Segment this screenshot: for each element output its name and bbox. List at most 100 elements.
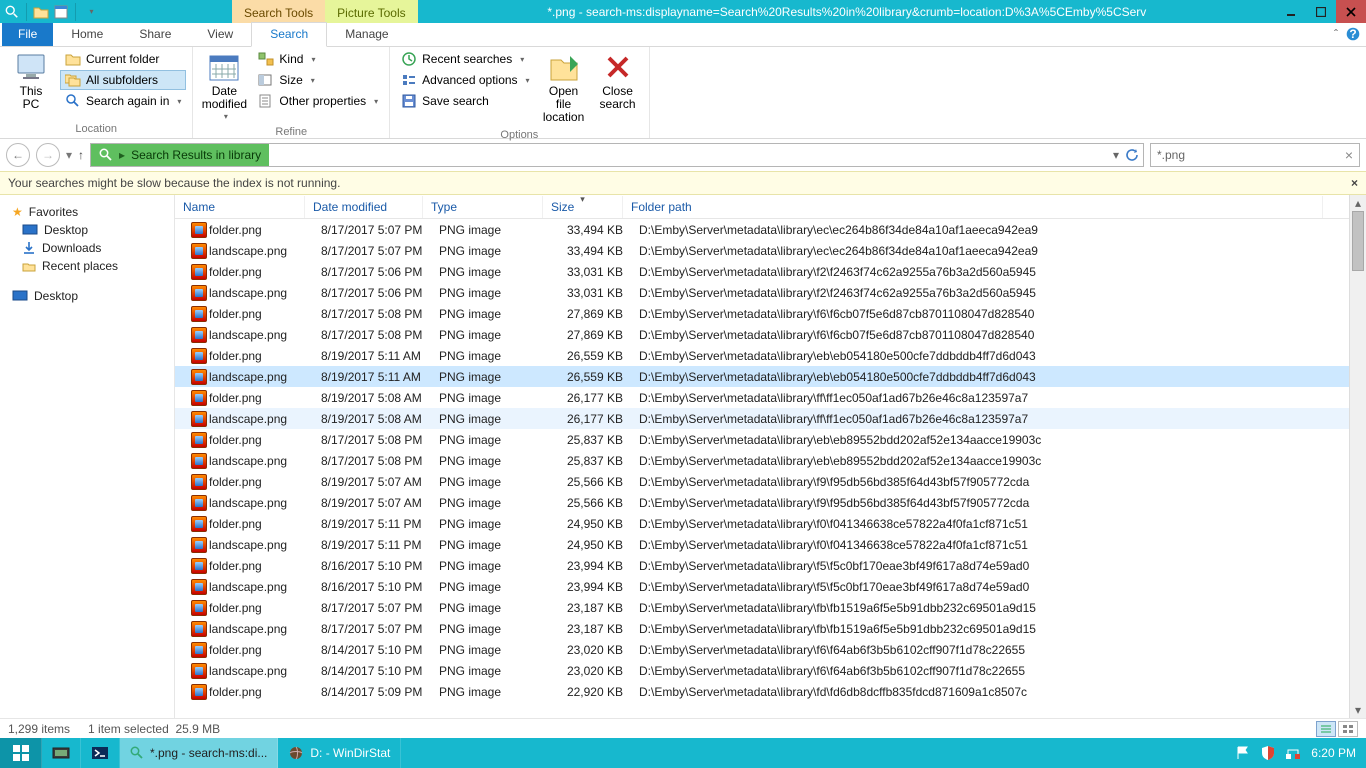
desktop-icon <box>22 224 38 236</box>
file-row[interactable]: folder.png8/19/2017 5:11 AMPNG image26,5… <box>175 345 1349 366</box>
context-tab-search-tools[interactable]: Search Tools <box>232 0 325 23</box>
scroll-thumb[interactable] <box>1352 211 1364 271</box>
file-row[interactable]: folder.png8/14/2017 5:10 PMPNG image23,0… <box>175 639 1349 660</box>
file-row[interactable]: folder.png8/16/2017 5:10 PMPNG image23,9… <box>175 555 1349 576</box>
downloads-icon <box>22 241 36 255</box>
tab-share[interactable]: Share <box>121 23 189 46</box>
task-windirstat[interactable]: D: - WinDirStat <box>278 738 401 768</box>
task-powershell[interactable] <box>81 738 120 768</box>
breadcrumb[interactable]: ▸ Search Results in library ▾ <box>90 143 1144 167</box>
advanced-options-button[interactable]: Advanced options <box>396 70 534 90</box>
all-subfolders-button[interactable]: All subfolders <box>60 70 186 90</box>
scroll-down-button[interactable]: ▾ <box>1350 702 1366 718</box>
column-date[interactable]: Date modified <box>305 196 423 218</box>
breadcrumb-dropdown[interactable]: ▾ <box>1113 148 1119 162</box>
file-row[interactable]: landscape.png8/19/2017 5:11 AMPNG image2… <box>175 366 1349 387</box>
back-button[interactable]: ← <box>6 143 30 167</box>
search-again-in-button[interactable]: Search again in <box>60 91 186 111</box>
file-row[interactable]: folder.png8/17/2017 5:06 PMPNG image33,0… <box>175 261 1349 282</box>
file-row[interactable]: folder.png8/17/2017 5:07 PMPNG image33,4… <box>175 219 1349 240</box>
column-name[interactable]: Name <box>175 196 305 218</box>
info-bar-close[interactable]: × <box>1351 176 1358 190</box>
file-row[interactable]: folder.png8/19/2017 5:11 PMPNG image24,9… <box>175 513 1349 534</box>
favorites-header[interactable]: ★Favorites <box>0 203 174 221</box>
task-server-manager[interactable] <box>42 738 81 768</box>
search-icon <box>130 746 144 760</box>
file-row[interactable]: folder.png8/14/2017 5:09 PMPNG image22,9… <box>175 681 1349 702</box>
file-row[interactable]: landscape.png8/19/2017 5:08 AMPNG image2… <box>175 408 1349 429</box>
task-explorer-search[interactable]: *.png - search-ms:di... <box>120 738 278 768</box>
kind-button[interactable]: Kind <box>253 49 383 69</box>
other-properties-button[interactable]: Other properties <box>253 91 383 111</box>
open-file-location-button[interactable]: Open file location <box>539 49 589 127</box>
details-view-button[interactable] <box>1316 721 1336 737</box>
clock[interactable]: 6:20 PM <box>1311 746 1356 760</box>
recent-searches-button[interactable]: Recent searches <box>396 49 534 69</box>
search-input[interactable]: *.png × <box>1150 143 1360 167</box>
file-row[interactable]: landscape.png8/16/2017 5:10 PMPNG image2… <box>175 576 1349 597</box>
thumbnails-view-button[interactable] <box>1338 721 1358 737</box>
this-pc-button[interactable]: This PC <box>6 49 56 113</box>
flag-icon[interactable] <box>1235 745 1251 761</box>
file-row[interactable]: folder.png8/19/2017 5:07 AMPNG image25,5… <box>175 471 1349 492</box>
file-size: 33,494 KB <box>551 244 631 258</box>
minimize-ribbon-icon[interactable]: ˆ <box>1334 27 1338 41</box>
size-filter-button[interactable]: Size <box>253 70 383 90</box>
up-button[interactable]: ↑ <box>78 148 84 162</box>
scroll-up-button[interactable]: ▴ <box>1350 195 1366 211</box>
current-folder-button[interactable]: Current folder <box>60 49 186 69</box>
tab-search[interactable]: Search <box>251 22 327 47</box>
save-search-button[interactable]: Save search <box>396 91 534 111</box>
tab-home[interactable]: Home <box>53 23 121 46</box>
file-row[interactable]: landscape.png8/17/2017 5:08 PMPNG image2… <box>175 450 1349 471</box>
refresh-button[interactable] <box>1125 148 1139 162</box>
file-size: 33,494 KB <box>551 223 631 237</box>
column-path[interactable]: Folder path <box>623 196 1323 218</box>
nav-recent-places[interactable]: Recent places <box>0 257 174 275</box>
help-icon[interactable]: ? <box>1346 27 1360 41</box>
ribbon-group-refine: Refine <box>199 124 383 141</box>
file-row[interactable]: landscape.png8/19/2017 5:07 AMPNG image2… <box>175 492 1349 513</box>
file-row[interactable]: landscape.png8/17/2017 5:08 PMPNG image2… <box>175 324 1349 345</box>
file-row[interactable]: landscape.png8/17/2017 5:06 PMPNG image3… <box>175 282 1349 303</box>
navigation-pane[interactable]: ★Favorites Desktop Downloads Recent plac… <box>0 195 175 718</box>
nav-desktop[interactable]: Desktop <box>0 221 174 239</box>
file-row[interactable]: folder.png8/19/2017 5:08 AMPNG image26,1… <box>175 387 1349 408</box>
minimize-button[interactable] <box>1276 0 1306 23</box>
file-row[interactable]: folder.png8/17/2017 5:08 PMPNG image27,8… <box>175 303 1349 324</box>
file-row[interactable]: landscape.png8/17/2017 5:07 PMPNG image3… <box>175 240 1349 261</box>
clear-search-icon[interactable]: × <box>1345 147 1353 163</box>
column-size[interactable]: ▾Size <box>543 196 623 218</box>
properties-icon <box>258 93 274 109</box>
nav-desktop-root[interactable]: Desktop <box>0 287 174 305</box>
tab-file[interactable]: File <box>2 23 53 46</box>
system-tray[interactable]: 6:20 PM <box>1225 738 1366 768</box>
file-row[interactable]: landscape.png8/19/2017 5:11 PMPNG image2… <box>175 534 1349 555</box>
shield-icon[interactable] <box>1261 745 1275 761</box>
network-icon[interactable] <box>1285 746 1301 760</box>
start-button[interactable] <box>0 738 42 768</box>
vertical-scrollbar[interactable]: ▴ ▾ <box>1349 195 1366 718</box>
close-search-button[interactable]: Close search <box>593 49 643 113</box>
context-tab-picture-tools[interactable]: Picture Tools <box>325 0 417 23</box>
nav-downloads[interactable]: Downloads <box>0 239 174 257</box>
file-row[interactable]: landscape.png8/14/2017 5:10 PMPNG image2… <box>175 660 1349 681</box>
qat-dropdown[interactable] <box>82 4 98 20</box>
file-row[interactable]: landscape.png8/17/2017 5:07 PMPNG image2… <box>175 618 1349 639</box>
date-modified-button[interactable]: Date modified <box>199 49 249 124</box>
png-file-icon <box>191 474 207 490</box>
file-list[interactable]: Name Date modified Type ▾Size Folder pat… <box>175 195 1349 718</box>
file-type: PNG image <box>431 601 551 615</box>
properties-icon[interactable] <box>53 4 69 20</box>
history-dropdown[interactable]: ▾ <box>66 148 72 162</box>
close-button[interactable] <box>1336 0 1366 23</box>
column-type[interactable]: Type <box>423 196 543 218</box>
tab-manage[interactable]: Manage <box>327 23 406 46</box>
file-row[interactable]: folder.png8/17/2017 5:07 PMPNG image23,1… <box>175 597 1349 618</box>
new-folder-icon[interactable] <box>33 4 49 20</box>
forward-button[interactable]: → <box>36 143 60 167</box>
maximize-button[interactable] <box>1306 0 1336 23</box>
tab-view[interactable]: View <box>189 23 251 46</box>
file-row[interactable]: folder.png8/17/2017 5:08 PMPNG image25,8… <box>175 429 1349 450</box>
file-type: PNG image <box>431 265 551 279</box>
